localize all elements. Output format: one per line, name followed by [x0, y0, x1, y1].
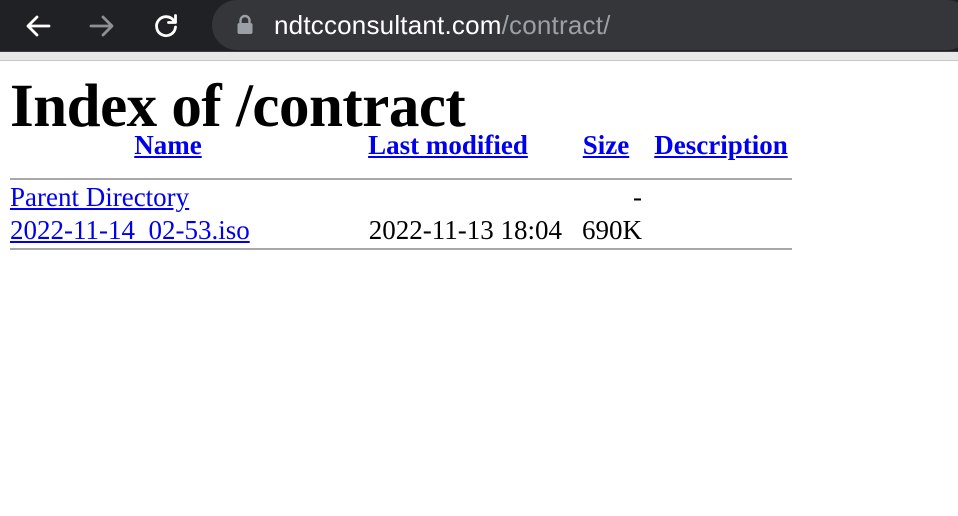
toolbar-divider — [0, 52, 958, 61]
header-name: Name — [6, 120, 330, 177]
reload-button[interactable] — [148, 8, 184, 44]
last-modified-cell: 2022-11-13 18:04 — [368, 215, 562, 245]
url-path: /contract/ — [501, 9, 611, 40]
table-row: Parent Directory - — [6, 181, 796, 214]
file-link[interactable]: 2022-11-14_02-53.iso — [10, 215, 250, 245]
back-arrow-icon — [26, 15, 51, 37]
divider-row — [6, 247, 796, 251]
lock-icon — [236, 14, 254, 36]
reload-icon — [155, 14, 177, 38]
header-last-modified: Last modified — [330, 120, 566, 177]
back-button[interactable] — [20, 8, 56, 44]
sort-by-last-modified-link[interactable]: Last modified — [368, 130, 528, 160]
description-cell — [646, 214, 796, 247]
size-cell: - — [633, 182, 642, 212]
header-row: Name Last modified Size Description — [6, 120, 796, 177]
file-name-cell: 2022-11-14_02-53.iso — [6, 214, 330, 247]
table-row: 2022-11-14_02-53.iso 2022-11-13 18:04 69… — [6, 214, 796, 247]
parent-directory-cell: Parent Directory — [6, 181, 330, 214]
forward-button[interactable] — [84, 8, 120, 44]
browser-toolbar: ndtcconsultant.com/contract/ — [0, 0, 958, 52]
sort-by-description-link[interactable]: Description — [654, 130, 787, 160]
address-bar[interactable]: ndtcconsultant.com/contract/ — [212, 0, 958, 50]
sort-by-name-link[interactable]: Name — [134, 130, 201, 160]
header-size: Size — [566, 120, 646, 177]
last-modified-cell — [330, 181, 566, 214]
parent-directory-link[interactable]: Parent Directory — [10, 182, 189, 212]
description-cell — [646, 181, 796, 214]
header-description: Description — [646, 120, 796, 177]
forward-arrow-icon — [89, 15, 114, 37]
top-divider — [10, 178, 792, 180]
url-host: ndtcconsultant.com — [274, 9, 502, 40]
sort-by-size-link[interactable]: Size — [583, 130, 630, 160]
bottom-divider — [10, 248, 792, 250]
size-cell: 690K — [582, 215, 642, 245]
directory-listing: Name Last modified Size Description Pare… — [6, 120, 796, 251]
